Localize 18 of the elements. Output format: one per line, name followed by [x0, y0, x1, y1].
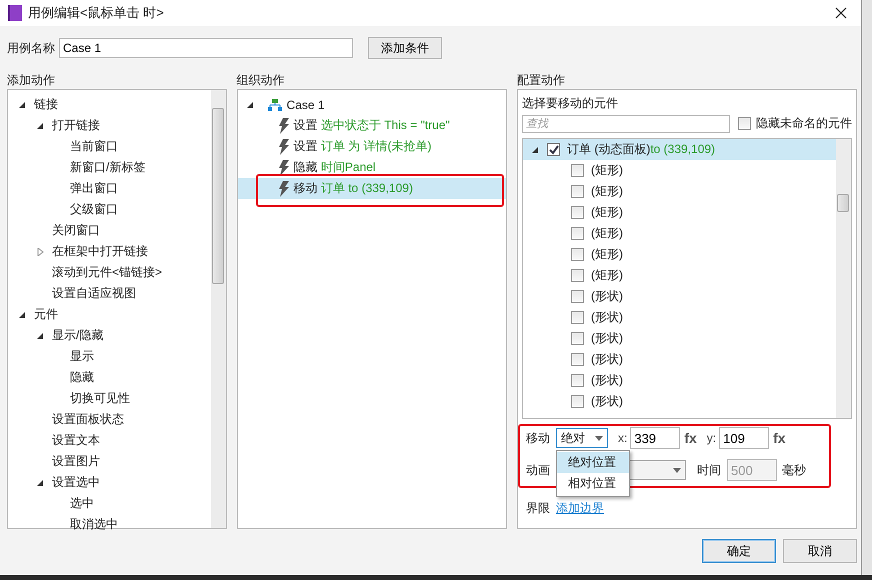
- window-title: 用例编辑<鼠标单击 时>: [28, 4, 165, 22]
- panel-heading: 配置动作: [517, 72, 566, 88]
- action-text: 移动 订单 to (339,109): [294, 180, 413, 197]
- unit-label: 毫秒: [782, 462, 806, 478]
- panel-heading: 添加动作: [7, 72, 56, 88]
- action-text: 设置 选中状态于 This = "true": [294, 117, 450, 134]
- x-label: x:: [618, 431, 628, 445]
- checkbox-label: 隐藏未命名的元件: [756, 115, 852, 132]
- bounds-label: 界限: [526, 500, 550, 516]
- panel-heading: 组织动作: [236, 72, 286, 88]
- time-label: 时间: [697, 462, 721, 478]
- animation-label: 动画: [526, 462, 550, 478]
- move-label: 移动: [526, 430, 550, 446]
- y-label: y:: [706, 431, 716, 445]
- action-text: 设置 订单 为 详情(未抢单): [294, 138, 432, 155]
- case-name-label: 用例名称: [7, 40, 55, 56]
- action-text: 隐藏 时间Panel: [294, 159, 376, 176]
- prompt-text: 选择要移动的元件: [522, 95, 619, 112]
